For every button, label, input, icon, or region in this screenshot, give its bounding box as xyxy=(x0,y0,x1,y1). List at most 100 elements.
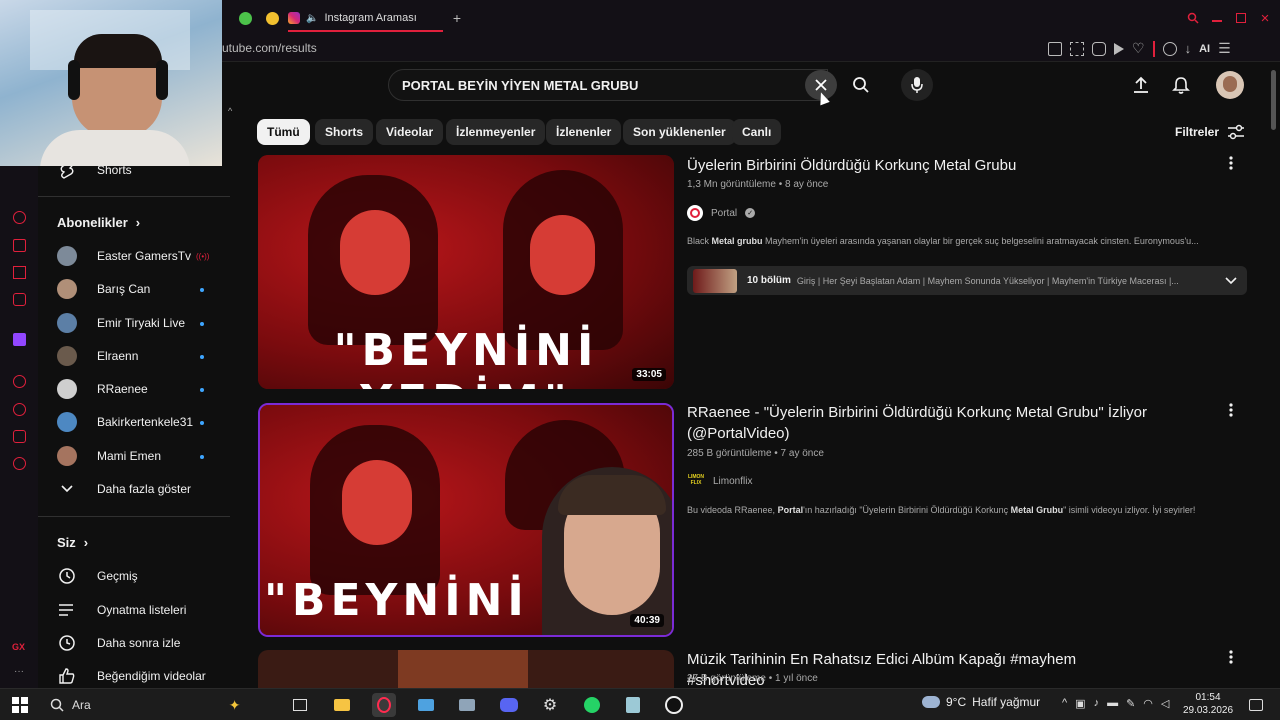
chip-watched[interactable]: İzlenenler xyxy=(546,119,622,145)
sidebar-item-label: Oynatma listeleri xyxy=(97,603,187,617)
more-options-icon[interactable] xyxy=(1222,401,1240,419)
notifications-center-icon[interactable] xyxy=(1244,693,1268,717)
sidebar-item-liked-videos[interactable]: Beğendiğim videolar xyxy=(38,661,230,691)
battery-icon[interactable]: ▬ xyxy=(1107,697,1118,710)
emoji-tab-icon[interactable] xyxy=(261,7,283,29)
chevron-up-icon[interactable]: ^ xyxy=(1062,697,1067,710)
video-thumbnail[interactable]: "BEYNİNİ YEDİM" 33:05 xyxy=(258,155,674,389)
windows-taskbar: Ara ✦ ⚙ 9°C Hafif yağmur ^ ▣ ♪ ▬ ✎ ◠ ◁ 0… xyxy=(0,688,1280,720)
channel-link[interactable]: LIMON FLIX Limonflix xyxy=(687,474,753,488)
media-icon[interactable] xyxy=(13,375,26,388)
ai-button[interactable]: AI xyxy=(1199,43,1210,55)
minimize-button[interactable] xyxy=(1206,7,1228,29)
history-icon xyxy=(47,567,87,585)
more-options-icon[interactable] xyxy=(1222,154,1240,172)
collapse-chevron-icon[interactable]: ^ xyxy=(228,106,232,116)
video-meta: 27 B görüntüleme • 1 yıl önce xyxy=(687,673,818,684)
chip-shorts[interactable]: Shorts xyxy=(315,119,374,145)
extensions-icon[interactable] xyxy=(13,430,26,443)
volume-icon[interactable]: ◁ xyxy=(1161,697,1169,710)
clock[interactable]: 01:54 29.03.2026 xyxy=(1178,691,1238,717)
upload-button[interactable] xyxy=(1131,75,1151,95)
menu-icon[interactable]: ☰ xyxy=(1218,40,1231,57)
settings-icon[interactable] xyxy=(13,457,26,470)
activity-icon[interactable] xyxy=(13,211,26,224)
more-options-icon[interactable] xyxy=(1222,648,1240,666)
sidebar-sub-easter-gamerstv[interactable]: Easter GamersTv ((•)) xyxy=(38,241,230,271)
sidebar-item-label: Beğendiğim videolar xyxy=(97,669,206,683)
video-meta: 285 B görüntüleme • 7 ay önce xyxy=(687,448,824,459)
gallery-icon[interactable] xyxy=(455,693,479,717)
task-view-icon[interactable] xyxy=(288,693,312,717)
player-icon[interactable] xyxy=(13,266,26,279)
video-title[interactable]: Üyelerin Birbirini Öldürdüğü Korkunç Met… xyxy=(687,155,1157,176)
screenshot-icon[interactable] xyxy=(1070,41,1084,56)
whatsapp-icon[interactable] xyxy=(580,693,604,717)
profile-icon[interactable] xyxy=(1162,41,1177,56)
taskbar-search-box[interactable]: Ara ✦ xyxy=(40,693,270,717)
pen-icon[interactable]: ✎ xyxy=(1126,697,1135,710)
page-scrollbar[interactable] xyxy=(1271,70,1276,130)
heart-icon[interactable]: ♡ xyxy=(1132,40,1145,57)
opera-gx-icon[interactable] xyxy=(372,693,396,717)
channel-link[interactable]: Portal ✓ xyxy=(687,205,756,221)
chip-live[interactable]: Canlı xyxy=(732,119,782,145)
chip-unwatched[interactable]: İzlenmeyenler xyxy=(446,119,546,145)
history-icon[interactable] xyxy=(13,403,26,416)
more-icon[interactable]: ··· xyxy=(14,666,24,677)
avatar xyxy=(57,246,77,266)
discord-icon[interactable] xyxy=(497,693,521,717)
settings-gear-icon[interactable]: ⚙ xyxy=(538,693,562,717)
notepad-icon[interactable] xyxy=(621,693,645,717)
notifications-button[interactable] xyxy=(1171,75,1191,95)
chip-all[interactable]: Tümü xyxy=(257,119,310,145)
chip-recently-uploaded[interactable]: Son yüklenenler xyxy=(623,119,736,145)
sidebar-item-playlists[interactable]: Oynatma listeleri xyxy=(38,595,230,625)
video-title[interactable]: RRaenee - "Üyelerin Birbirini Öldürdüğü … xyxy=(687,402,1157,444)
voice-search-button[interactable] xyxy=(901,69,933,101)
shield-icon[interactable] xyxy=(1092,41,1106,56)
account-avatar[interactable] xyxy=(1216,71,1244,99)
close-window-button[interactable]: × xyxy=(1254,7,1276,29)
new-tab-button[interactable]: + xyxy=(446,7,468,29)
twitch-icon[interactable] xyxy=(13,333,26,346)
whatsapp-tab-icon[interactable] xyxy=(234,7,256,29)
download-icon[interactable]: ↓ xyxy=(1185,41,1192,56)
box-icon[interactable] xyxy=(13,239,26,252)
restore-button[interactable] xyxy=(1230,7,1252,29)
video-thumbnail[interactable]: "BEYNİNİ 40:39 xyxy=(258,403,674,637)
browser-sidebar-strip: GX ··· xyxy=(0,166,38,688)
camera-icon[interactable]: ▣ xyxy=(1075,697,1085,710)
play-icon[interactable] xyxy=(1114,42,1124,55)
search-input[interactable]: PORTAL BEYİN YİYEN METAL GRUBU xyxy=(388,69,828,101)
video-thumbnail[interactable] xyxy=(258,650,674,688)
you-heading[interactable]: Siz › xyxy=(57,535,88,550)
sidebar-show-more[interactable]: Daha fazla göster xyxy=(38,474,230,504)
chapters-row[interactable]: 10 bölüm Giriş | Her Şeyi Başlatan Adam … xyxy=(687,266,1247,295)
search-tabs-icon[interactable] xyxy=(1182,7,1204,29)
new-content-dot xyxy=(200,322,204,326)
sidebar-item-label: Daha sonra izle xyxy=(97,636,181,650)
wifi-icon[interactable]: ◠ xyxy=(1143,697,1153,710)
sidebar-item-history[interactable]: Geçmiş xyxy=(38,561,230,591)
start-button[interactable] xyxy=(8,693,32,717)
filters-button[interactable]: Filtreler xyxy=(1175,124,1245,140)
tab-instagram-search[interactable]: 🔈 Instagram Araması xyxy=(288,6,443,32)
weather-widget[interactable]: 9°C Hafif yağmur xyxy=(922,695,1040,709)
search-button[interactable] xyxy=(836,69,886,101)
windows-icon xyxy=(12,697,28,713)
sidebar-item-watch-later[interactable]: Daha sonra izle xyxy=(38,628,230,658)
file-explorer-icon[interactable] xyxy=(330,693,354,717)
subscriptions-heading[interactable]: Abonelikler › xyxy=(57,215,140,230)
mic-icon[interactable]: ♪ xyxy=(1094,697,1100,710)
subscription-name: Elraenn xyxy=(97,349,139,363)
chip-videos[interactable]: Videolar xyxy=(376,119,444,145)
url-field[interactable]: utube.com/results xyxy=(222,41,317,55)
chapters-text: Giriş | Her Şeyi Başlatan Adam | Mayhem … xyxy=(796,275,1179,286)
app-icon[interactable] xyxy=(662,693,686,717)
pin-icon[interactable] xyxy=(1048,41,1062,56)
chevron-down-icon[interactable] xyxy=(1225,276,1237,285)
video-title[interactable]: Müzik Tarihinin En Rahatsız Edici Albüm … xyxy=(687,649,1157,691)
messenger-icon[interactable] xyxy=(13,293,26,306)
photos-icon[interactable] xyxy=(414,693,438,717)
